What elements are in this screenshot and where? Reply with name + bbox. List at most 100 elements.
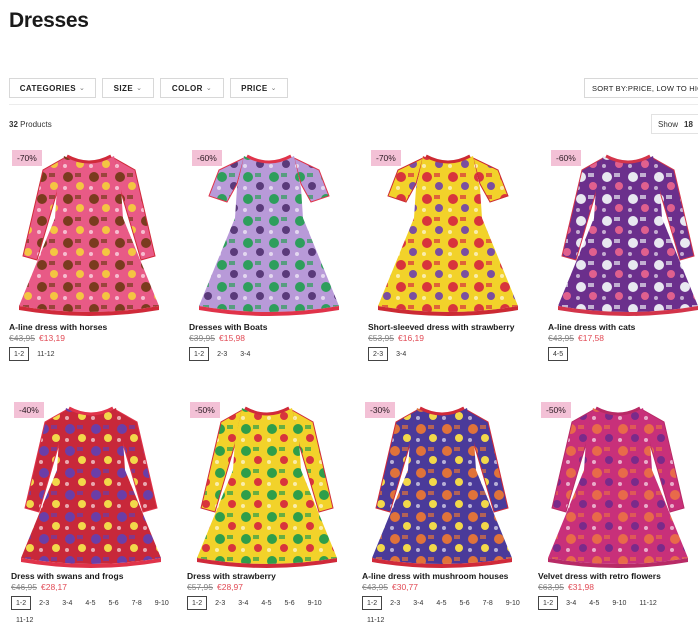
size-option[interactable]: 1-2 [362,596,383,610]
dress-illustration [197,406,337,568]
product-image[interactable]: -70% [368,148,528,318]
size-option[interactable]: 3-4 [235,347,256,361]
size-option[interactable]: 11-12 [634,596,662,610]
chevron-down-icon: ⌄ [205,85,213,92]
size-options: 1-2 11-12 [9,347,179,361]
size-option[interactable]: 1-2 [11,596,32,610]
product-name[interactable]: Short-sleeved dress with strawberry [368,322,514,332]
size-option[interactable]: 5-6 [103,596,124,610]
chevron-down-icon: ⌄ [79,85,86,92]
product-card[interactable]: -60% A-line dress with cats €43,95 €17,58 4… [548,148,698,378]
size-option[interactable]: 9-10 [302,596,327,610]
size-option[interactable]: 7-8 [477,596,498,610]
product-name[interactable]: Dress with strawberry [187,571,276,581]
dress-illustration [548,406,688,568]
product-name[interactable]: Velvet dress with retro flowers [538,571,661,581]
product-card[interactable]: -70% Short-sleeved dress with strawberry… [368,148,528,378]
sale-price: €28,97 [217,582,243,592]
product-card[interactable]: -70% A-line dress with horses €43,95 €13,1… [9,148,169,378]
divider [9,104,698,105]
product-count-number: 32 [9,120,18,129]
size-option[interactable]: 1-2 [189,347,210,361]
size-option[interactable]: 1-2 [538,596,559,610]
size-options: 1-2 3-4 4-5 9-10 11-12 [538,596,698,610]
product-prices: €46,95 €28,17 [11,582,67,592]
product-card[interactable]: -50% Dress with strawberry €57,95 €28,97 1-… [187,400,347,630]
dress-illustration [19,154,159,316]
size-option[interactable]: 1-2 [187,596,208,610]
product-prices: €43,95 €17,58 [548,333,604,343]
filter-price-label: PRICE [241,83,268,93]
size-option[interactable]: 2-3 [212,347,233,361]
size-option[interactable]: 9-10 [607,596,632,610]
old-price: €43,95 [362,582,388,592]
product-image[interactable]: -70% [9,148,169,318]
sale-price: €13,19 [39,333,65,343]
sale-price: €16,19 [398,333,424,343]
sale-price: €28,17 [41,582,67,592]
old-price: €39,95 [189,333,215,343]
product-prices: €53,95 €16,19 [368,333,424,343]
size-option[interactable]: 4-5 [80,596,101,610]
sale-price: €17,58 [578,333,604,343]
size-option[interactable]: 2-3 [368,347,389,361]
filter-color-button[interactable]: COLOR ⌄ [160,78,224,98]
size-option[interactable]: 11-12 [362,613,390,627]
size-option[interactable]: 3-4 [233,596,254,610]
filter-size-label: SIZE [113,83,134,93]
product-name[interactable]: Dresses with Boats [189,322,267,332]
show-label: Show [658,119,679,129]
size-option[interactable]: 4-5 [548,347,569,361]
product-card[interactable]: -50% Velvet dress with retro flowers €63,… [538,400,698,630]
sort-dropdown[interactable]: SORT BY:PRICE, LOW TO HIGH [584,78,698,98]
product-count-label: Products [20,120,52,129]
product-card[interactable]: -30% A-line dress with mushroom houses €4… [362,400,525,630]
size-option[interactable]: 2-3 [34,596,55,610]
product-card[interactable]: -40% Dress with swans and frogs €46,95 €28… [11,400,174,630]
sale-price: €31,98 [568,582,594,592]
product-image[interactable]: -50% [187,400,347,570]
product-name[interactable]: A-line dress with cats [548,322,635,332]
size-option[interactable]: 3-4 [561,596,582,610]
product-prices: €63,95 €31,98 [538,582,594,592]
filter-price-button[interactable]: PRICE ⌄ [230,78,288,98]
size-option[interactable]: 4-5 [584,596,605,610]
product-image[interactable]: -50% [538,400,698,570]
show-per-page-dropdown[interactable]: Show 18 [651,114,698,134]
dress-illustration [558,154,698,316]
product-image[interactable]: -30% [362,400,522,570]
size-option[interactable]: 11-12 [32,347,60,361]
size-option[interactable]: 1-2 [9,347,30,361]
old-price: €57,95 [187,582,213,592]
discount-badge: -40% [14,402,44,418]
discount-badge: -70% [12,150,42,166]
filter-size-button[interactable]: SIZE ⌄ [102,78,154,98]
size-option[interactable]: 4-5 [431,596,452,610]
filter-categories-button[interactable]: CATEGORIES ⌄ [9,78,96,98]
size-option[interactable]: 3-4 [391,347,412,361]
size-option[interactable]: 5-6 [279,596,300,610]
product-name[interactable]: Dress with swans and frogs [11,571,123,581]
size-option[interactable]: 5-6 [454,596,475,610]
chevron-down-icon: ⌄ [136,85,143,92]
size-option[interactable]: 11-12 [11,613,39,627]
product-name[interactable]: A-line dress with horses [9,322,107,332]
filter-categories-label: CATEGORIES [19,83,77,93]
size-option[interactable]: 3-4 [408,596,429,610]
product-name[interactable]: A-line dress with mushroom houses [362,571,508,581]
dress-illustration [378,154,518,316]
size-option[interactable]: 2-3 [385,596,406,610]
size-option[interactable]: 2-3 [210,596,231,610]
discount-badge: -60% [551,150,581,166]
discount-badge: -50% [541,402,571,418]
product-image[interactable]: -40% [11,400,171,570]
size-option[interactable]: 7-8 [126,596,147,610]
product-image[interactable]: -60% [548,148,698,318]
size-options: 4-5 [548,347,698,361]
size-option[interactable]: 9-10 [500,596,525,610]
product-card[interactable]: -60% Dresses with Boats €39,95 €15,98 1-2 2-… [189,148,349,378]
product-image[interactable]: -60% [189,148,349,318]
size-option[interactable]: 9-10 [149,596,174,610]
size-option[interactable]: 3-4 [57,596,78,610]
size-option[interactable]: 4-5 [256,596,277,610]
